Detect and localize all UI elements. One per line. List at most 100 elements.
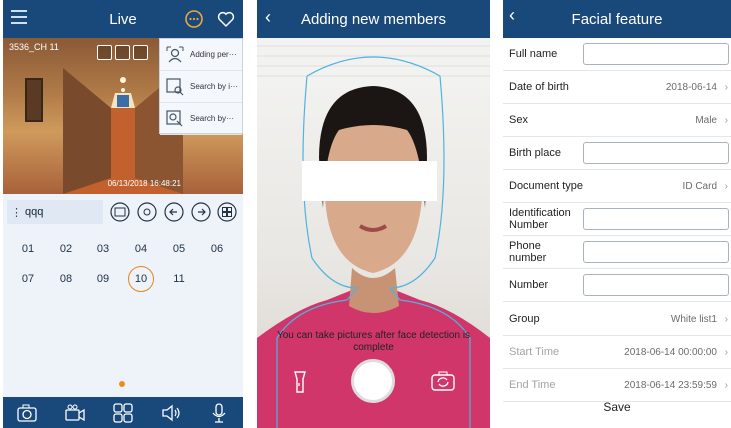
speaker-icon[interactable] [160,402,182,424]
menu-item-search-by[interactable]: Search by··· [160,103,242,135]
field-value: 2018-06-14 00:00:00 [624,346,717,358]
menu-item-adding-person[interactable]: Adding per··· [160,39,242,71]
channel-button[interactable]: 08 [53,266,79,292]
field-value: White list1 [670,313,717,325]
video-record-icon[interactable] [64,402,86,424]
menu-item-label: Search by i··· [190,82,239,91]
live-header: Live [3,0,243,38]
facial-feature-screen: ‹ Facial feature Full name Date of birth… [503,0,731,428]
field-group[interactable]: Group White list1 › [503,303,731,336]
more-menu: Adding per··· Search by i··· Search by··… [159,38,243,135]
record-icon[interactable] [97,45,112,60]
back-icon[interactable]: ‹ [509,5,515,26]
image-search-icon [166,77,184,95]
menu-icon[interactable] [11,10,27,24]
field-value: Male [695,114,717,126]
channel-button[interactable]: 03 [90,236,116,262]
next-icon[interactable] [190,201,212,223]
camera-icon[interactable] [16,402,38,424]
field-label: Date of birth [509,81,569,93]
more-icon[interactable] [184,9,204,29]
field-value: 2018-06-14 [665,81,717,93]
full-name-input[interactable] [583,43,729,65]
page-title: Facial feature [571,10,663,28]
field-number: Number [503,269,731,302]
face-search-icon [166,109,183,126]
field-label: End Time [509,379,556,391]
field-full-name: Full name [503,38,731,71]
live-screen: Live 3536_CH 11 06/13/2018 16:48:21 Addi… [3,0,243,428]
field-document-type[interactable]: Document type ID Card › [503,170,731,203]
video-timestamp: 06/13/2018 16:48:21 [107,179,181,188]
previous-icon[interactable] [163,201,185,223]
field-value: 2018-06-14 23:59:59 [624,379,717,391]
back-icon[interactable]: ‹ [265,7,271,28]
search-value: qqq [25,206,44,218]
shutter-button[interactable] [351,359,395,403]
chevron-right-icon: › [724,180,728,192]
chevron-right-icon: › [724,114,728,126]
favorite-icon[interactable] [216,9,236,29]
birth-place-input[interactable] [583,142,729,164]
field-birth-place: Birth place [503,137,731,170]
control-row: ⋮ qqq [3,198,243,226]
menu-item-search-by-image[interactable]: Search by i··· [160,71,242,103]
field-value: ID Card [682,180,717,192]
field-phone-number: Phone number [503,236,731,269]
field-end-time[interactable]: End Time 2018-06-14 23:59:59 › [503,369,731,402]
add-person-icon [166,46,184,62]
channel-button[interactable]: 09 [90,266,116,292]
channel-button-selected[interactable]: 10 [128,266,154,292]
identification-number-input[interactable] [583,208,729,230]
menu-item-label: Adding per··· [190,50,237,59]
eye-redaction [302,161,437,201]
layout-icon[interactable] [109,201,131,223]
channel-button[interactable]: 07 [15,266,41,292]
microphone-icon[interactable] [208,402,230,424]
channel-button[interactable]: 02 [53,236,79,262]
search-input[interactable]: ⋮ qqq [7,200,103,224]
field-label: Sex [509,114,528,126]
capture-header: ‹ Adding new members [257,0,490,38]
page-indicator [119,381,125,387]
grid-icon[interactable] [216,201,238,223]
field-identification-number: Identification Number [503,203,731,236]
switch-camera-icon[interactable] [431,370,455,392]
bottom-toolbar [3,397,243,428]
video-tool-icons [97,45,148,60]
field-label: Group [509,313,540,325]
page-title: Adding new members [300,10,447,28]
phone-number-input[interactable] [583,241,729,263]
field-start-time[interactable]: Start Time 2018-06-14 00:00:00 › [503,336,731,369]
chevron-right-icon: › [724,346,728,358]
channel-button[interactable]: 06 [204,236,230,262]
split-view-icon[interactable] [112,402,134,424]
field-label: Identification Number [509,207,571,231]
flashlight-icon[interactable] [291,370,309,394]
eye-icon[interactable] [133,45,148,60]
chevron-right-icon: › [724,379,728,391]
capture-screen: ‹ Adding new members You can take pictur… [257,0,490,428]
field-sex[interactable]: Sex Male › [503,104,731,137]
save-button[interactable]: Save [503,400,731,414]
channel-button[interactable]: 05 [166,236,192,262]
field-label: Document type [509,180,583,192]
kebab-icon: ⋮ [11,206,22,219]
snapshot-icon[interactable] [115,45,130,60]
channel-button[interactable]: 01 [15,236,41,262]
field-label: Full name [509,48,558,60]
menu-item-label: Search by··· [190,114,235,123]
number-input[interactable] [583,274,729,296]
ptz-icon[interactable] [136,201,158,223]
chevron-right-icon: › [724,81,728,93]
page-title: Live [109,10,137,28]
field-label: Birth place [509,147,561,159]
field-date-of-birth[interactable]: Date of birth 2018-06-14 › [503,71,731,104]
field-label: Phone number [509,240,547,264]
field-label: Start Time [509,346,560,358]
facial-header: ‹ Facial feature [503,0,731,38]
face-detection-hint: You can take pictures after face detecti… [276,330,471,353]
channel-button[interactable]: 11 [166,266,192,292]
channel-button[interactable]: 04 [128,236,154,262]
field-label: Number [509,279,549,291]
